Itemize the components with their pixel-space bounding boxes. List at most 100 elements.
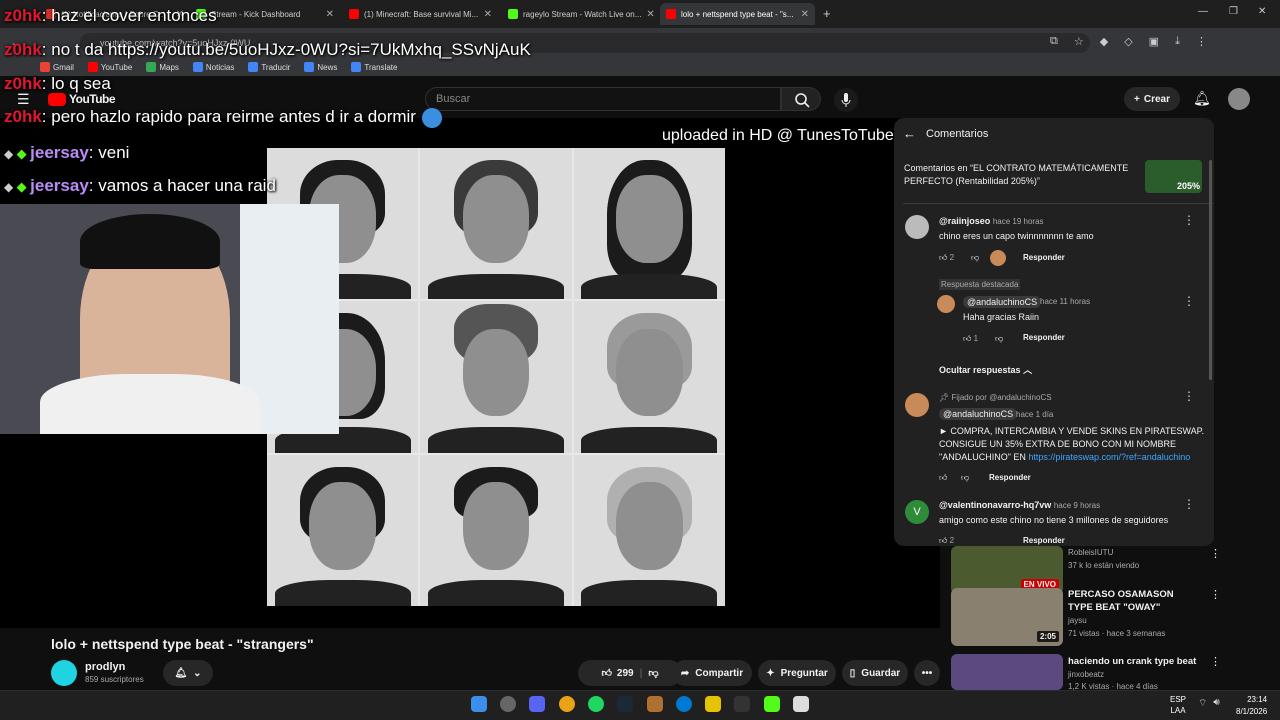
suggestion-thumbnail[interactable]: EN VIVO — [951, 546, 1063, 594]
app-icon[interactable] — [793, 696, 809, 712]
more-actions-button[interactable]: ••• — [914, 660, 940, 686]
suggestion-title[interactable]: haciendo un crank type beat — [1068, 655, 1198, 668]
hide-replies-button[interactable]: Ocultar respuestas ︿ — [939, 363, 1032, 376]
like-button[interactable]: 👍︎ 2 — [939, 536, 954, 546]
back-arrow-icon[interactable]: ← — [903, 126, 916, 141]
comment-author[interactable]: @raiinjoseo — [939, 216, 990, 226]
kick-icon[interactable] — [764, 696, 780, 712]
context-video-thumbnail[interactable]: 205% — [1145, 160, 1202, 193]
dislike-button[interactable]: 👎︎ — [971, 253, 979, 263]
tab-5-active[interactable]: lolo + nettspend type beat - "s... ✕ — [660, 3, 815, 25]
create-button[interactable]: + Crear — [1124, 87, 1180, 111]
pinned-like-button[interactable]: 👍︎ — [939, 473, 947, 483]
discord-icon[interactable] — [529, 696, 545, 712]
download-icon[interactable]: ⤓ — [1175, 35, 1180, 51]
pinned-menu-icon[interactable]: ⋮ — [1183, 389, 1195, 403]
language-indicator[interactable]: ESP LAA — [1170, 694, 1186, 716]
bookmark-maps[interactable]: Maps — [146, 62, 179, 72]
minimize-icon[interactable]: — — [1198, 6, 1208, 17]
puzzle-icon[interactable]: ▣ — [1149, 35, 1159, 51]
bookmark-youtube[interactable]: YouTube — [87, 62, 132, 72]
comment-menu-icon[interactable]: ⋮ — [1183, 497, 1195, 511]
channel-avatar[interactable] — [51, 660, 77, 686]
bookmark-traducir[interactable]: Traducir — [248, 62, 290, 72]
pinned-link[interactable]: https://pirateswap.com/?ref=andaluchino — [1028, 452, 1190, 462]
reply-button[interactable]: Responder — [1023, 253, 1065, 262]
close-tab-icon[interactable]: ✕ — [646, 9, 654, 20]
bookmark-noticias[interactable]: Noticias — [192, 62, 234, 72]
bookmark-gmail[interactable]: Gmail — [40, 62, 74, 72]
pinned-dislike-button[interactable]: 👎︎ — [961, 473, 969, 483]
extension-icon[interactable]: ◆ — [1100, 35, 1108, 51]
account-avatar[interactable] — [1228, 88, 1250, 110]
close-tab-icon[interactable]: ✕ — [484, 9, 492, 20]
channel-name[interactable]: prodlyn — [85, 661, 125, 673]
youtube-logo[interactable]: YouTube — [48, 92, 116, 106]
suggestion-menu-icon[interactable]: ⋮ — [1210, 588, 1221, 601]
reply-reply-button[interactable]: Responder — [1023, 333, 1065, 342]
chrome-icon[interactable] — [559, 696, 575, 712]
suggestion-thumbnail[interactable]: 2:05 — [951, 588, 1063, 646]
reply-button[interactable]: Responder — [1023, 536, 1065, 545]
menu-icon[interactable]: ⋮ — [1196, 35, 1207, 51]
clock[interactable]: 23:14 8/1/2026 — [1236, 694, 1267, 718]
suggestion-channel[interactable]: jaysu — [1068, 616, 1087, 625]
reply-avatar[interactable] — [937, 295, 955, 313]
spotify-icon[interactable] — [588, 696, 604, 712]
app-icon[interactable] — [647, 696, 663, 712]
comment-author[interactable]: @valentinonavarro-hq7vw — [939, 500, 1051, 510]
commenter-avatar[interactable] — [905, 215, 929, 239]
wifi-icon[interactable]: ⌔ — [1198, 697, 1207, 710]
close-tab-icon[interactable]: ✕ — [801, 9, 809, 20]
reply-menu-icon[interactable]: ⋮ — [1183, 294, 1195, 308]
ask-button[interactable]: ✦ Preguntar — [758, 660, 836, 686]
volume-icon[interactable]: 🔊︎ — [1213, 697, 1219, 710]
close-window-icon[interactable]: ✕ — [1258, 6, 1266, 17]
comments-scrollbar[interactable] — [1209, 160, 1212, 380]
suggestion-menu-icon[interactable]: ⋮ — [1210, 655, 1221, 668]
browser-icon[interactable] — [676, 696, 692, 712]
comment-time[interactable]: hace 19 horas — [993, 217, 1044, 226]
dislike-button[interactable]: 👎︎ — [648, 667, 658, 679]
pinned-author-chip[interactable]: @andaluchinoCS — [939, 408, 1018, 420]
start-icon[interactable] — [471, 696, 487, 712]
save-button[interactable]: ▯ Guardar — [842, 660, 908, 686]
reply-author-chip[interactable]: @andaluchinoCS — [963, 296, 1042, 308]
share-button[interactable]: ➦ Compartir — [672, 660, 752, 686]
notifications-bell-icon[interactable]: 🔔︎ — [1193, 90, 1211, 107]
reply-time[interactable]: hace 11 horas — [1040, 297, 1090, 306]
comment-menu-icon[interactable]: ⋮ — [1183, 213, 1195, 227]
like-button[interactable]: 👍︎ 2 — [939, 253, 954, 263]
bookmark-star-icon[interactable]: ☆ — [1074, 35, 1084, 51]
subscribe-bell-button[interactable]: 🔔︎ ⌄ — [163, 660, 213, 686]
app-icon[interactable] — [705, 696, 721, 712]
like-button[interactable]: 👍︎ 299 — [601, 667, 633, 680]
suggestion-thumbnail[interactable] — [951, 654, 1063, 690]
steam-tray-icon[interactable] — [500, 696, 516, 712]
comment-time[interactable]: hace 9 horas — [1054, 501, 1100, 510]
search-input[interactable]: Buscar — [425, 87, 781, 111]
steam-icon[interactable] — [617, 696, 633, 712]
close-tab-icon[interactable]: ✕ — [326, 9, 334, 20]
suggestion-title[interactable]: PERCASO OSAMASON TYPE BEAT "OWAY" — [1068, 588, 1198, 614]
tab-4[interactable]: rageylo Stream - Watch Live on... ✕ — [502, 3, 657, 25]
pinned-avatar[interactable] — [905, 393, 929, 417]
reply-like-button[interactable]: 👍︎ 1 — [963, 334, 978, 344]
suggestion-menu-icon[interactable]: ⋮ — [1210, 547, 1221, 560]
install-icon[interactable]: ⧉ — [1050, 35, 1058, 51]
voice-search-button[interactable] — [834, 88, 858, 112]
commenter-avatar[interactable]: V — [905, 500, 929, 524]
search-button[interactable] — [781, 87, 821, 111]
suggestion-channel[interactable]: RobleisIUTU — [1068, 548, 1113, 557]
bookmark-translate[interactable]: Translate — [351, 62, 397, 72]
suggestion-channel[interactable]: jinxobeatz — [1068, 670, 1104, 679]
maximize-icon[interactable]: ❐ — [1229, 6, 1238, 17]
pinned-time[interactable]: hace 1 día — [1016, 410, 1053, 419]
bookmark-news[interactable]: News — [304, 62, 337, 72]
pinned-reply-button[interactable]: Responder — [989, 473, 1031, 482]
reply-dislike-button[interactable]: 👎︎ — [995, 334, 1003, 344]
obs-icon[interactable] — [734, 696, 750, 712]
new-tab-icon[interactable]: + — [823, 6, 831, 21]
tab-3[interactable]: (1) Minecraft: Base survival Mi... ✕ — [343, 3, 498, 25]
translate-icon[interactable]: ◇ — [1124, 35, 1132, 51]
